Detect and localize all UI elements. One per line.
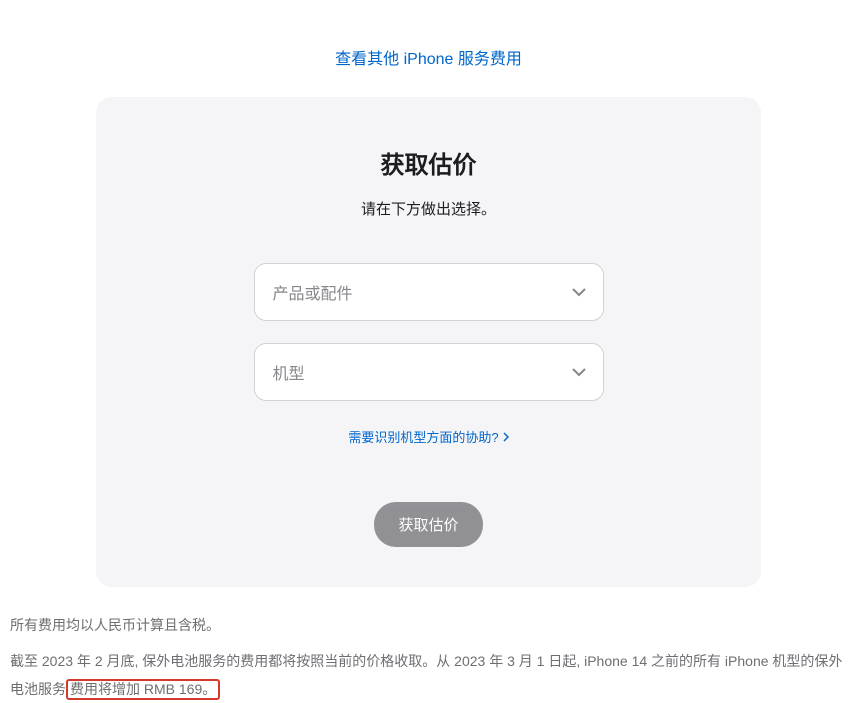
footer-line2: 截至 2023 年 2 月底, 保外电池服务的费用都将按照当前的价格收取。从 2… bbox=[10, 647, 847, 703]
card-title: 获取估价 bbox=[136, 145, 721, 180]
footer-text: 所有费用均以人民币计算且含税。 截至 2023 年 2 月底, 保外电池服务的费… bbox=[10, 587, 847, 703]
get-estimate-button[interactable]: 获取估价 bbox=[374, 502, 482, 547]
identify-model-help-link[interactable]: 需要识别机型方面的协助? bbox=[348, 427, 508, 446]
price-increase-highlight: 费用将增加 RMB 169。 bbox=[66, 679, 220, 700]
help-link-label: 需要识别机型方面的协助? bbox=[348, 427, 498, 446]
other-service-fees-link[interactable]: 查看其他 iPhone 服务费用 bbox=[335, 51, 522, 68]
model-select-placeholder: 机型 bbox=[273, 360, 305, 384]
estimate-card: 获取估价 请在下方做出选择。 产品或配件 机型 需要识别机型方面 bbox=[96, 97, 761, 587]
product-select-placeholder: 产品或配件 bbox=[273, 280, 353, 304]
card-subtitle: 请在下方做出选择。 bbox=[136, 198, 721, 219]
product-select[interactable]: 产品或配件 bbox=[254, 263, 604, 321]
chevron-right-icon bbox=[503, 432, 509, 442]
product-select-wrapper: 产品或配件 bbox=[254, 263, 604, 321]
model-select-wrapper: 机型 bbox=[254, 343, 604, 401]
top-link-container: 查看其他 iPhone 服务费用 bbox=[10, 0, 847, 97]
footer-line1: 所有费用均以人民币计算且含税。 bbox=[10, 611, 847, 639]
model-select[interactable]: 机型 bbox=[254, 343, 604, 401]
